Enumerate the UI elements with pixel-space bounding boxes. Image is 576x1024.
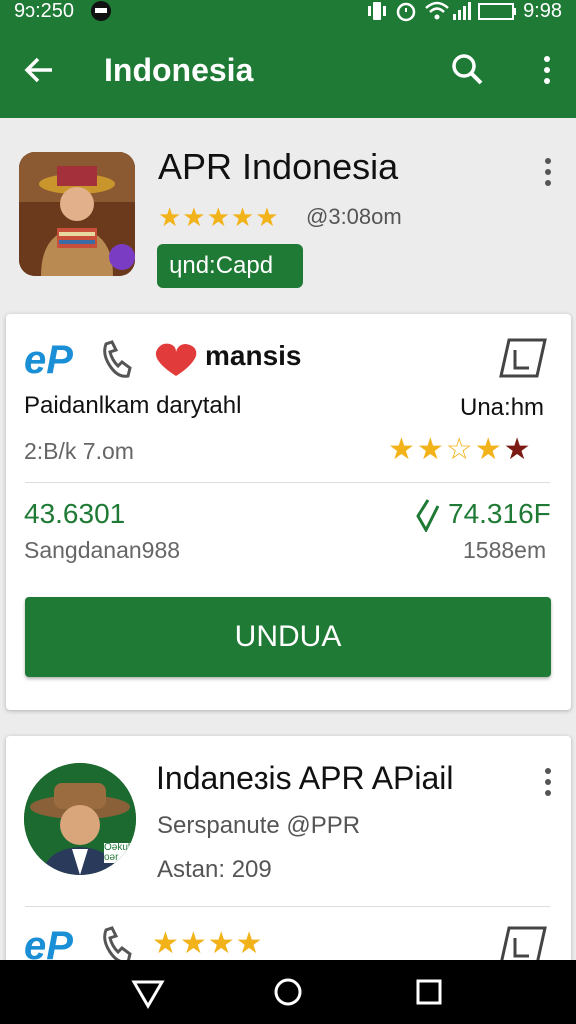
value-left: 43.6301 (24, 498, 126, 529)
update-date: @3:08om (306, 204, 402, 229)
notification-icon (90, 0, 112, 28)
card2-title: Indaneɜis APR APiail (156, 760, 454, 796)
card2-meta: Astan: 209 (157, 856, 272, 883)
brand-logo-ep: eP (24, 338, 73, 382)
more-options-icon[interactable] (544, 158, 552, 191)
wifi-icon (424, 0, 450, 28)
card2-stars: ★★★★ (152, 927, 264, 960)
more-options-icon[interactable] (544, 768, 552, 801)
app-title: APR Indonesia (158, 146, 399, 187)
system-nav-bar (0, 960, 576, 1024)
nav-recents-icon[interactable] (411, 974, 447, 1010)
signal-icon (451, 0, 473, 28)
card-meta: 2:B/k 7.om (24, 438, 134, 464)
nav-back-icon[interactable] (130, 974, 166, 1010)
brand-logo-heart-icon (152, 340, 200, 383)
category-pill[interactable]: ɥnd:Capd (157, 244, 303, 288)
status-bar: 9ɔ:250 9:98 (0, 0, 576, 26)
battery-icon (478, 0, 518, 28)
alarm-icon (395, 0, 417, 28)
brand-name: mansis (205, 340, 302, 371)
download-button[interactable]: UNDUA (25, 597, 551, 677)
status-time-right: 9:98 (523, 0, 562, 22)
caption-right: 1588em (463, 537, 547, 563)
caption-left: Sangdanan988 (24, 537, 181, 563)
rating-stars: ★★★★★ (158, 202, 280, 232)
card-rating-stars: ★★☆★★ (388, 433, 533, 466)
page-title: Indonesia (104, 52, 254, 88)
card-description: Paidanlkam darytahl (24, 392, 242, 419)
card-label-right: Una:hm (460, 394, 545, 421)
app-bar: 9ɔ:250 9:98 Indonesia (0, 0, 576, 118)
search-icon[interactable] (448, 50, 488, 90)
back-arrow-icon[interactable] (20, 50, 60, 90)
avatar-badge: Oəkub oər (104, 843, 136, 863)
nav-home-icon[interactable] (270, 974, 306, 1010)
status-time-left: 9ɔ:250 (14, 0, 75, 22)
card2-divider (25, 906, 550, 907)
verified-badge-icon (109, 244, 135, 270)
card-divider (25, 482, 550, 483)
document-icon[interactable] (497, 334, 553, 387)
vibrate-icon (366, 0, 388, 28)
app-icon-portrait[interactable] (19, 152, 135, 276)
overflow-menu-icon[interactable] (528, 50, 568, 90)
card2-subtitle: Serspanute @PPR (157, 812, 361, 839)
app-avatar-hat[interactable]: Oəkub oər (24, 763, 136, 875)
value-right: 74.316F (448, 498, 551, 529)
download-check-icon (414, 498, 442, 537)
phone-icon (100, 338, 134, 387)
